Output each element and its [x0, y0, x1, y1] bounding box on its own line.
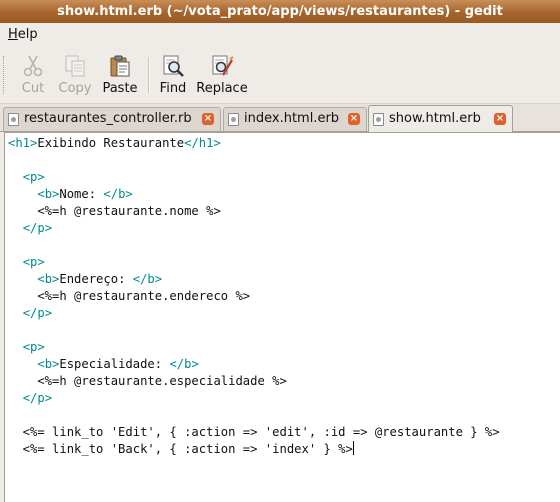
close-icon[interactable]: × — [348, 113, 360, 125]
code-line: <%= link_to 'Back', { :action => 'index'… — [8, 441, 560, 458]
code-line: <%=h @restaurante.especialidade %> — [8, 373, 560, 390]
code-tag: <h1> — [8, 136, 38, 150]
document-icon — [373, 113, 384, 126]
tab-restaurantes-controller[interactable]: restaurantes_controller.rb × — [3, 107, 221, 131]
copy-icon — [65, 55, 85, 77]
tab-label: index.html.erb — [244, 111, 340, 126]
code-line: </p> — [8, 220, 560, 237]
close-icon[interactable]: × — [494, 113, 506, 125]
cut-button[interactable]: Cut — [13, 50, 53, 102]
code-tag: </b> — [169, 357, 199, 371]
code-line: <h1>Exibindo Restaurante</h1> — [8, 135, 560, 152]
code-tag: <p> — [22, 340, 45, 354]
code-line: <b>Nome: </b> — [8, 186, 560, 203]
close-icon[interactable]: × — [202, 113, 214, 125]
code-line: </p> — [8, 390, 560, 407]
code-line: <%=h @restaurante.nome %> — [8, 203, 560, 220]
tab-show-html-erb[interactable]: show.html.erb × — [368, 105, 513, 132]
code-tag: </p> — [22, 306, 53, 320]
code-text: <%= link_to 'Edit', { :action => 'edit',… — [8, 425, 500, 439]
toolbar-separator — [148, 57, 150, 93]
replace-button[interactable]: Replace — [195, 50, 249, 102]
tab-label: restaurantes_controller.rb — [24, 111, 192, 126]
code-tag: <b> — [37, 357, 60, 371]
code-tag: </b> — [103, 187, 133, 201]
code-line: <b>Especialidade: </b> — [8, 356, 560, 373]
menubar: Help — [0, 23, 560, 47]
code-line: <p> — [8, 169, 560, 186]
paste-label: Paste — [102, 81, 138, 96]
copy-label: Copy — [58, 81, 92, 96]
find-icon — [163, 55, 184, 77]
replace-label: Replace — [196, 81, 248, 96]
replace-icon — [212, 55, 234, 76]
document-icon — [228, 113, 239, 126]
copy-button[interactable]: Copy — [55, 50, 95, 102]
code-tag: <b> — [37, 187, 60, 201]
code-text: Especialidade: — [59, 357, 170, 371]
code-text: <%=h @restaurante.endereco %> — [8, 289, 251, 303]
code-view[interactable]: <h1>Exibindo Restaurante</h1> <p> <b>Nom… — [5, 133, 560, 458]
code-line: <p> — [8, 254, 560, 271]
code-line: <%= link_to 'Edit', { :action => 'edit',… — [8, 424, 560, 441]
paste-button[interactable]: Paste — [99, 50, 141, 102]
text-cursor — [352, 441, 354, 455]
code-tag: <b> — [37, 272, 60, 286]
code-text: <%=h @restaurante.especialidade %> — [8, 374, 287, 388]
tab-label: show.html.erb — [389, 111, 481, 126]
code-text: <%= link_to 'Back', { :action => 'index'… — [8, 442, 353, 456]
code-text: Exibindo Restaurante — [37, 136, 185, 150]
code-tag: <p> — [22, 255, 45, 269]
find-button[interactable]: Find — [155, 50, 191, 102]
code-line: <b>Endereço: </b> — [8, 271, 560, 288]
code-line: <p> — [8, 339, 560, 356]
cut-label: Cut — [21, 81, 45, 96]
code-line: <%=h @restaurante.endereco %> — [8, 288, 560, 305]
code-tag: </b> — [132, 272, 163, 286]
code-tag: </p> — [22, 391, 53, 405]
code-text: Nome: — [59, 187, 104, 201]
code-tag: <p> — [22, 170, 45, 184]
find-label: Find — [159, 81, 187, 96]
document-tabs: restaurantes_controller.rb × index.html.… — [0, 104, 560, 132]
scissors-icon — [23, 55, 43, 77]
code-tag: </h1> — [184, 136, 221, 150]
code-line: </p> — [8, 305, 560, 322]
toolbar-grip[interactable] — [3, 56, 8, 94]
toolbar: Cut Copy Paste Find Replace — [0, 47, 560, 104]
code-tag: </p> — [22, 221, 53, 235]
tab-index-html-erb[interactable]: index.html.erb × — [223, 107, 367, 131]
menu-help[interactable]: Help — [8, 23, 38, 47]
code-text: <%=h @restaurante.nome %> — [8, 204, 221, 218]
code-text: Endereço: — [59, 272, 133, 286]
document-icon — [8, 113, 19, 126]
window-title: show.html.erb (~/vota_prato/app/views/re… — [0, 0, 560, 23]
clipboard-icon — [110, 55, 130, 77]
text-editor[interactable]: <h1>Exibindo Restaurante</h1> <p> <b>Nom… — [4, 132, 560, 502]
